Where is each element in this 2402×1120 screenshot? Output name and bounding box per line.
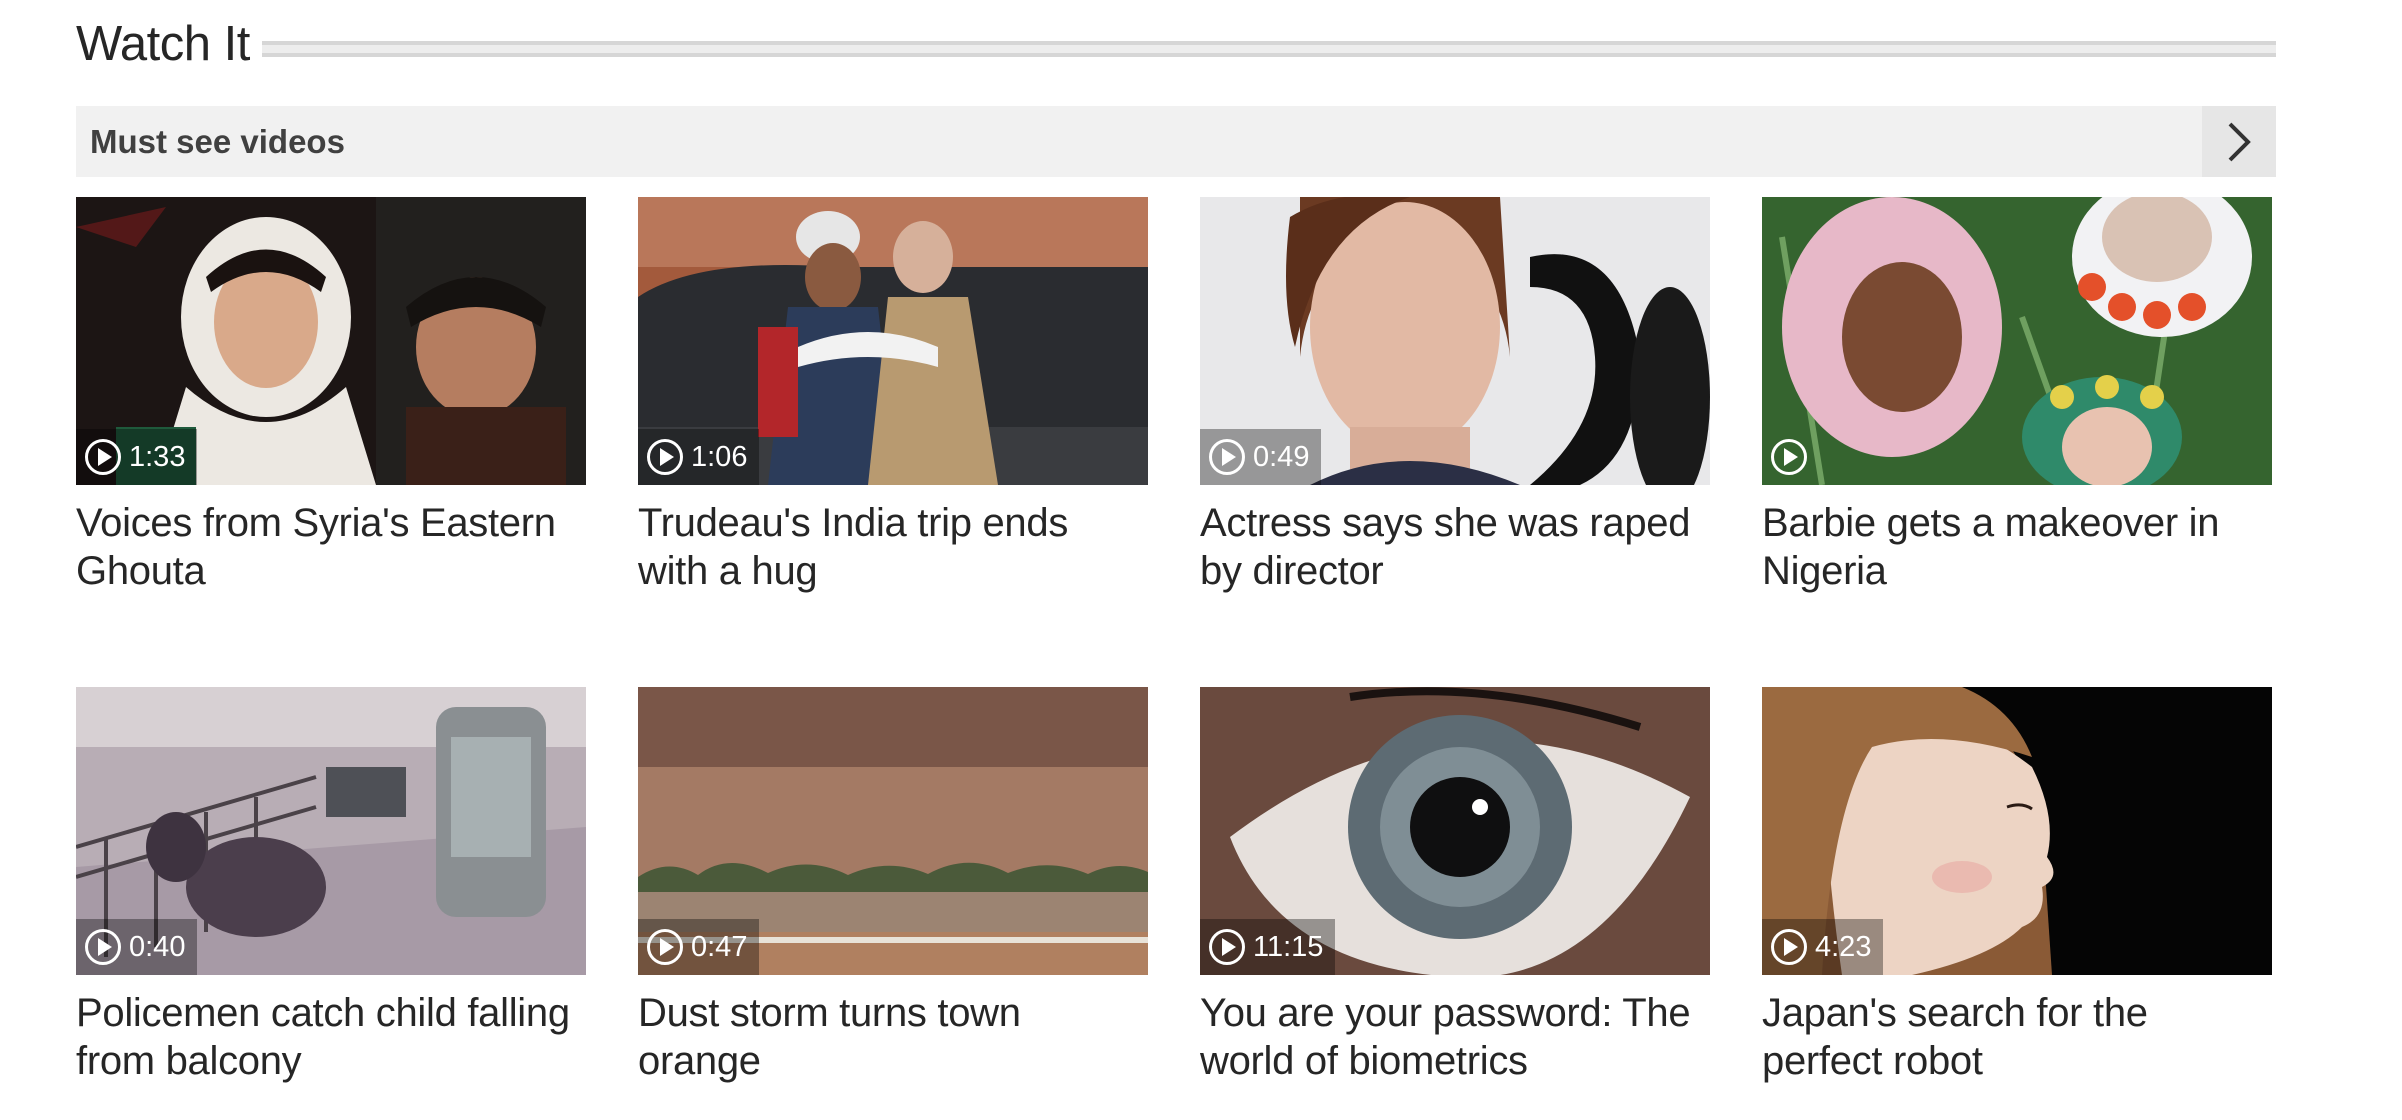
duration-badge: 1:06 (638, 429, 760, 485)
video-thumbnail[interactable]: 1:33 (76, 197, 586, 485)
duration-badge: 0:40 (76, 919, 198, 975)
video-duration: 0:40 (129, 930, 186, 963)
video-thumbnail[interactable]: 1:06 (638, 197, 1148, 485)
video-title[interactable]: Actress says she was raped by director (1200, 499, 1710, 595)
play-circle-icon (1771, 439, 1807, 475)
play-circle-icon (1209, 439, 1245, 475)
video-duration: 11:15 (1253, 930, 1324, 963)
duration-badge: 1:33 (76, 429, 198, 485)
video-duration: 4:23 (1815, 930, 1872, 963)
video-card[interactable]: 1:06 Trudeau's India trip ends with a hu… (638, 197, 1148, 595)
video-thumbnail[interactable]: 0:40 (76, 687, 586, 975)
video-thumbnail[interactable] (1762, 197, 2272, 485)
video-duration: 1:33 (129, 440, 186, 473)
video-duration: 0:49 (1253, 440, 1310, 473)
video-thumbnail[interactable]: 4:23 (1762, 687, 2272, 975)
section-divider (261, 41, 2276, 57)
zone-header: Must see videos (76, 106, 2276, 177)
video-card[interactable]: 0:49 Actress says she was raped by direc… (1200, 197, 1710, 595)
chevron-right-icon (2228, 122, 2251, 161)
zone-title[interactable]: Must see videos (90, 106, 345, 177)
video-card[interactable]: 0:47 Dust storm turns town orange (638, 687, 1148, 1085)
duration-badge: 11:15 (1200, 919, 1336, 975)
video-title[interactable]: Voices from Syria's Eastern Ghouta (76, 499, 586, 595)
video-duration: 0:47 (691, 930, 748, 963)
video-title[interactable]: Barbie gets a makeover in Nigeria (1762, 499, 2272, 595)
video-title[interactable]: Dust storm turns town orange (638, 989, 1148, 1085)
play-circle-icon (85, 439, 121, 475)
duration-badge: 4:23 (1762, 919, 1884, 975)
video-title[interactable]: You are your password: The world of biom… (1200, 989, 1710, 1085)
video-card[interactable]: Barbie gets a makeover in Nigeria (1762, 197, 2272, 595)
video-duration: 1:06 (691, 440, 748, 473)
duration-badge: 0:49 (1200, 429, 1322, 485)
duration-badge: 0:47 (638, 919, 760, 975)
video-thumbnail[interactable]: 11:15 (1200, 687, 1710, 975)
play-circle-icon (647, 929, 683, 965)
video-title[interactable]: Japan's search for the perfect robot (1762, 989, 2272, 1085)
play-circle-icon (1771, 929, 1807, 965)
video-card[interactable]: 4:23 Japan's search for the perfect robo… (1762, 687, 2272, 1085)
duration-badge (1762, 429, 1827, 485)
video-title[interactable]: Trudeau's India trip ends with a hug (638, 499, 1148, 595)
video-card[interactable]: 1:33 Voices from Syria's Eastern Ghouta (76, 197, 586, 595)
carousel-next-button[interactable] (2202, 106, 2276, 177)
thumbnail-image (1762, 197, 2272, 485)
video-card[interactable]: 11:15 You are your password: The world o… (1200, 687, 1710, 1085)
play-circle-icon (647, 439, 683, 475)
section-header: Watch It (76, 14, 2276, 74)
video-title[interactable]: Policemen catch child falling from balco… (76, 989, 586, 1085)
section-title: Watch It (76, 17, 250, 71)
play-circle-icon (1209, 929, 1245, 965)
video-thumbnail[interactable]: 0:49 (1200, 197, 1710, 485)
play-circle-icon (85, 929, 121, 965)
video-thumbnail[interactable]: 0:47 (638, 687, 1148, 975)
video-card[interactable]: 0:40 Policemen catch child falling from … (76, 687, 586, 1085)
